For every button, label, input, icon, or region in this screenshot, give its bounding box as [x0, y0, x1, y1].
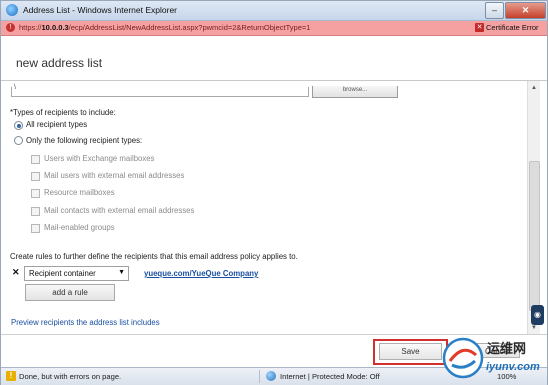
- watermark-site-name: 运维网: [487, 342, 527, 357]
- scroll-up-arrow-icon[interactable]: ▲: [531, 85, 537, 91]
- watermark-site-url: iyunv.com: [486, 361, 540, 373]
- vertical-scrollbar[interactable]: ▲ ▼: [527, 81, 540, 334]
- scroll-down-arrow-icon[interactable]: ▼: [531, 325, 537, 331]
- partial-text-field[interactable]: \: [11, 84, 309, 97]
- browser-window: Address List - Windows Internet Explorer…: [0, 0, 548, 385]
- rules-description: Create rules to further define the recip…: [10, 252, 298, 261]
- rule-value-link[interactable]: yueque.com/YueQue Company: [144, 269, 258, 278]
- type-label-mail-enabled-groups: Mail-enabled groups: [44, 223, 115, 232]
- only-following-types-label[interactable]: Only the following recipient types:: [26, 136, 142, 145]
- type-label-mail-contacts: Mail contacts with external email addres…: [44, 206, 195, 215]
- preview-recipients-link[interactable]: Preview recipients the address list incl…: [11, 318, 160, 327]
- browse-button[interactable]: browse...: [312, 86, 398, 98]
- checkbox-mail-users[interactable]: [31, 172, 40, 181]
- internet-explorer-icon: [6, 4, 18, 16]
- feedback-widget-icon[interactable]: ◉: [531, 305, 544, 325]
- certificate-error-icon: !: [6, 23, 15, 32]
- certificate-error-label[interactable]: Certificate Error: [486, 23, 539, 32]
- field-fragment: \: [14, 84, 16, 91]
- close-window-button[interactable]: ✕: [505, 2, 546, 19]
- shield-error-icon: ✕: [475, 23, 484, 32]
- address-bar[interactable]: ! https://10.0.0.3/ecp/AddressList/NewAd…: [1, 21, 547, 36]
- page-title: new address list: [16, 56, 103, 70]
- title-bar: Address List - Windows Internet Explorer…: [1, 1, 547, 21]
- checkbox-exchange-mailboxes[interactable]: [31, 155, 40, 164]
- all-recipient-types-label[interactable]: All recipient types: [26, 120, 87, 129]
- url-text[interactable]: https://10.0.0.3/ecp/AddressList/NewAddr…: [19, 23, 310, 32]
- recipient-types-label: *Types of recipients to include:: [10, 108, 116, 117]
- watermark-logo-icon: [442, 337, 484, 379]
- url-prefix: https://: [19, 23, 42, 32]
- checkbox-mail-contacts[interactable]: [31, 207, 40, 216]
- type-label-resource-mailboxes: Resource mailboxes: [44, 188, 115, 197]
- watermark: 运维网 iyunv.com: [442, 334, 547, 384]
- status-text: Done, but with errors on page.: [19, 372, 122, 381]
- window-title: Address List - Windows Internet Explorer: [23, 5, 178, 15]
- status-separator: [259, 370, 260, 383]
- minimize-button[interactable]: –: [485, 2, 504, 19]
- checkbox-mail-enabled-groups[interactable]: [31, 224, 40, 233]
- type-label-exchange-mailboxes: Users with Exchange mailboxes: [44, 154, 155, 163]
- remove-rule-icon[interactable]: ✕: [12, 267, 20, 278]
- rule-condition-value: Recipient container: [29, 269, 96, 278]
- security-zone-text: Internet | Protected Mode: Off: [280, 372, 380, 381]
- type-label-mail-users: Mail users with external email addresses: [44, 171, 185, 180]
- save-button[interactable]: Save: [379, 343, 442, 360]
- rule-condition-dropdown[interactable]: Recipient container ▼: [24, 266, 129, 281]
- checkbox-resource-mailboxes[interactable]: [31, 189, 40, 198]
- add-rule-button[interactable]: add a rule: [25, 284, 115, 301]
- url-path: /ecp/AddressList/NewAddressList.aspx?pwm…: [68, 23, 311, 32]
- scrollbar-thumb[interactable]: [529, 161, 540, 311]
- form-scroll-area: \ browse... *Types of recipients to incl…: [1, 81, 547, 334]
- chevron-down-icon: ▼: [118, 269, 125, 276]
- all-recipient-types-radio[interactable]: [14, 121, 23, 130]
- only-following-types-radio[interactable]: [14, 136, 23, 145]
- globe-icon: [266, 371, 276, 381]
- url-host: 10.0.0.3: [41, 23, 69, 32]
- warning-icon[interactable]: !: [6, 371, 16, 381]
